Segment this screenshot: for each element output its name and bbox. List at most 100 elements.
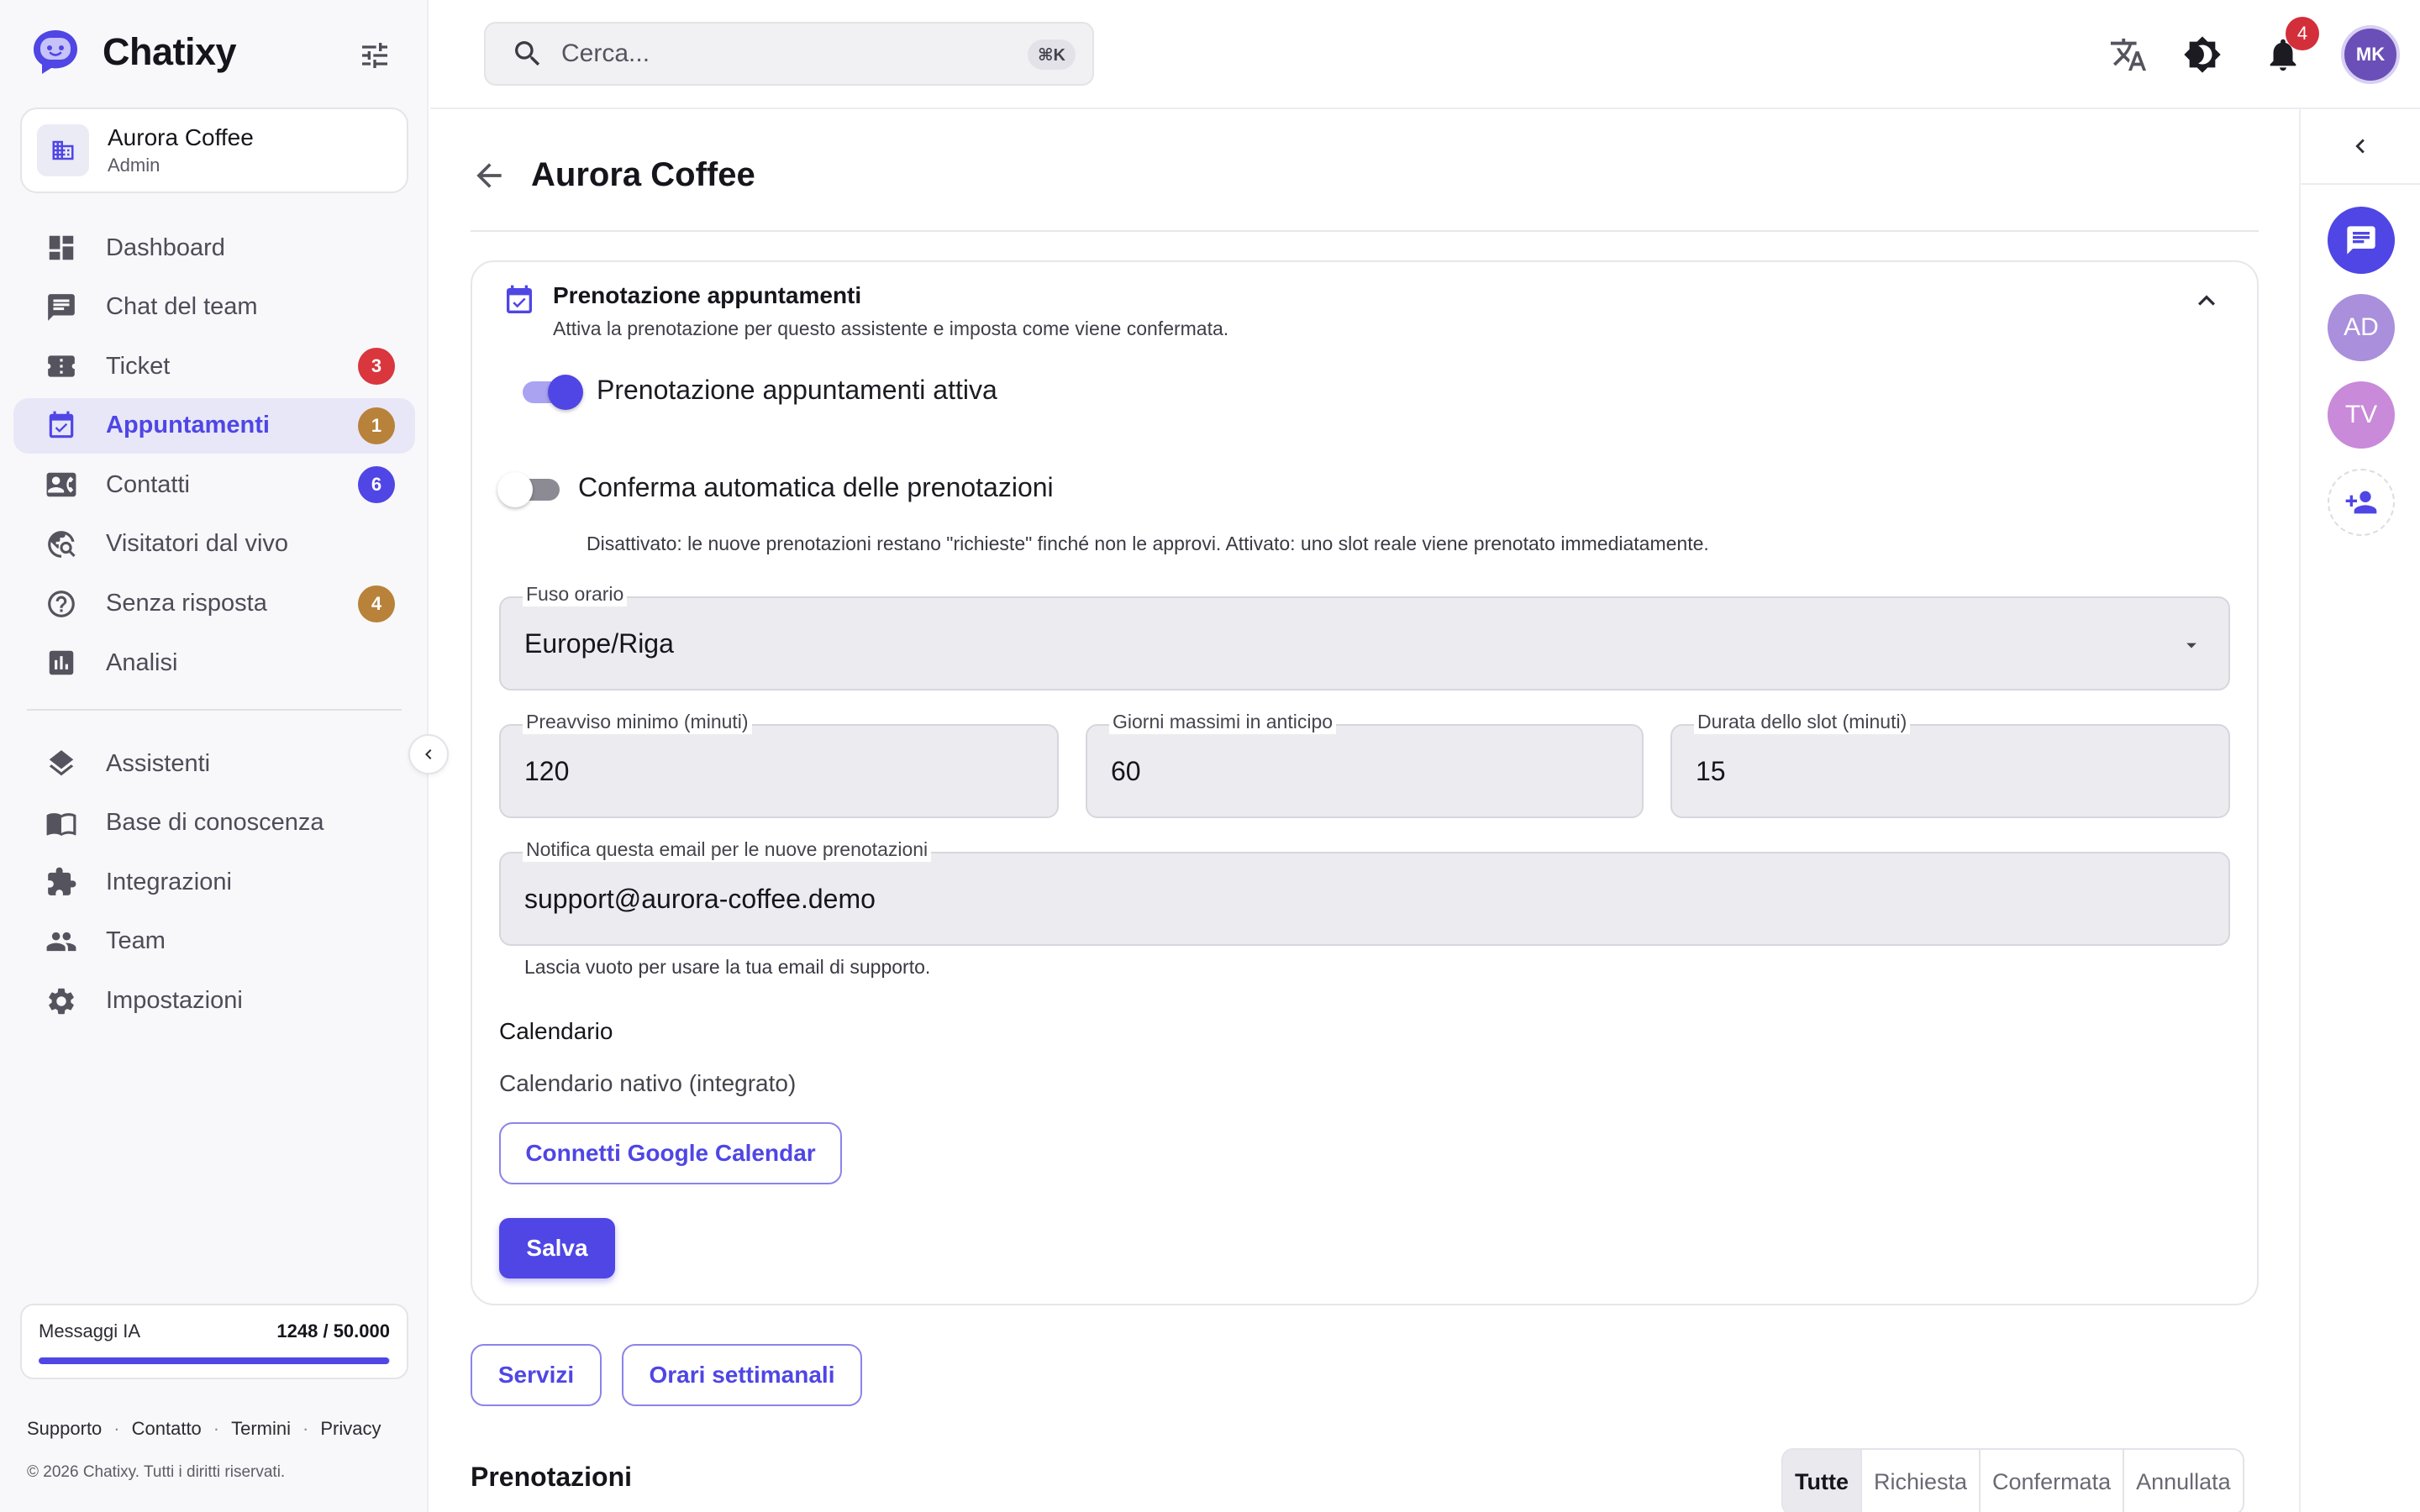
bookings-filter-group: Tutte Richiesta Confermata Annullata [1781,1448,2244,1512]
min-notice-input[interactable] [524,756,1005,787]
card-subtitle: Attiva la prenotazione per questo assist… [553,318,1229,339]
sidebar-item-appointments[interactable]: Appuntamenti 1 [13,397,415,454]
filter-confirmed[interactable]: Confermata [1981,1450,2125,1512]
tune-icon[interactable] [358,39,392,72]
card-title: Prenotazione appuntamenti [553,282,862,308]
sidebar-item-label: Visitatori dal vivo [106,530,289,558]
ai-usage-card: Messaggi IA 1248 / 50.000 [20,1304,408,1379]
calendar-current: Calendario nativo (integrato) [499,1070,797,1096]
sidebar-item-label: Team [106,927,166,955]
sidebar-nav: Dashboard Chat del team Ticket 3 Appunta… [13,220,415,1032]
sidebar-item-knowledge-base[interactable]: Base di conoscenza [13,795,415,851]
footer-link-privacy[interactable]: Privacy [320,1418,381,1440]
footer-link-support[interactable]: Supporto [27,1418,102,1440]
usage-progress-fill [39,1357,389,1364]
translate-icon[interactable] [2109,35,2148,74]
live-visitors-icon [48,531,76,558]
chevron-up-icon[interactable] [2190,284,2223,318]
rail-collapse-button[interactable] [2301,109,2420,185]
sidebar-item-label: Base di conoscenza [106,809,324,837]
sidebar-item-label: Integrazioni [106,868,232,895]
calendar-check-icon [49,411,74,438]
max-days-input[interactable] [1111,756,1590,787]
usage-label: Messaggi IA [39,1320,141,1341]
footer-link-contact[interactable]: Contatto [132,1418,202,1440]
collapse-sidebar-button[interactable] [408,734,449,774]
connect-google-calendar-button[interactable]: Connetti Google Calendar [499,1122,842,1184]
slot-duration-field[interactable]: Durata dello slot (minuti) [1670,709,2230,818]
puzzle-icon [48,867,76,896]
sidebar-item-label: Assistenti [106,749,211,777]
sidebar-item-label: Dashboard [106,234,225,261]
sidebar-item-assistants[interactable]: Assistenti [13,736,415,791]
sidebar-item-unanswered[interactable]: Senza risposta 4 [13,576,415,632]
workspace-switcher[interactable]: Aurora Coffee Admin [20,108,408,193]
sidebar-item-contacts[interactable]: Contatti 6 [13,457,415,512]
header-divider [471,230,2259,232]
sidebar-item-team[interactable]: Team [13,914,415,969]
footer-links: Supporto · Contatto · Termini · Privacy [27,1418,381,1440]
sidebar-item-live-visitors[interactable]: Visitatori dal vivo [13,517,415,572]
theme-toggle-icon[interactable] [2183,35,2222,74]
search-box[interactable]: ⌘K [484,22,1094,86]
rail-add-member-button[interactable] [2328,469,2395,536]
rail-avatar-ad[interactable]: AD [2328,294,2395,361]
usage-value: 1248 / 50.000 [276,1320,390,1341]
page-title: Aurora Coffee [531,156,755,193]
topbar: ⌘K 4 MK [430,0,2420,109]
max-days-field[interactable]: Giorni massimi in anticipo [1086,709,1644,818]
sidebar-item-label: Impostazioni [106,987,243,1015]
back-arrow-icon[interactable] [471,157,508,194]
filter-all[interactable]: Tutte [1783,1450,1862,1512]
services-button[interactable]: Servizi [471,1344,602,1406]
sidebar-item-settings[interactable]: Impostazioni [13,974,415,1029]
brand[interactable]: Chatixy [30,27,237,77]
gear-icon [49,988,74,1014]
sidebar-item-analytics[interactable]: Analisi [13,635,415,690]
sidebar-item-integrations[interactable]: Integrazioni [13,854,415,910]
weekly-hours-button[interactable]: Orari settimanali [622,1344,862,1406]
nav-divider [27,709,402,711]
footer-link-terms[interactable]: Termini [231,1418,291,1440]
slot-duration-input[interactable] [1696,756,2176,787]
chevron-left-icon [425,749,432,759]
filter-cancelled[interactable]: Annullata [2124,1450,2243,1512]
timezone-select[interactable]: Fuso orario Europe/Riga [499,581,2230,690]
notify-email-help: Lascia vuoto per usare la tua email di s… [524,956,931,978]
rail-avatar-tv[interactable]: TV [2328,381,2395,449]
contact-card-icon [46,473,76,497]
chat-bubble-icon [2347,226,2375,255]
auto-confirm-toggle[interactable] [497,470,561,507]
user-avatar[interactable]: MK [2341,25,2400,84]
sidebar-item-team-chat[interactable]: Chat del team [13,280,415,335]
book-icon [46,812,76,836]
notify-email-input[interactable] [524,884,2176,915]
sidebar-item-label: Appuntamenti [106,412,270,439]
notify-email-label: Notifica questa email per le nuove preno… [523,837,932,862]
save-button[interactable]: Salva [499,1218,615,1278]
min-notice-field[interactable]: Preavviso minimo (minuti) [499,709,1059,818]
search-input[interactable] [561,39,998,68]
booking-enabled-toggle[interactable] [519,373,583,410]
chat-icon [48,293,75,321]
bookings-title: Prenotazioni [471,1462,633,1492]
sidebar-item-ticket[interactable]: Ticket 3 [13,339,415,394]
caret-down-icon [2186,643,2196,648]
timezone-label: Fuso orario [523,581,628,606]
workspace-name: Aurora Coffee [108,124,254,150]
notify-email-field[interactable]: Notifica questa email per le nuove preno… [499,837,2230,946]
page-header: Aurora Coffee [471,156,755,194]
rail-chat-button[interactable] [2328,207,2395,274]
filter-requested[interactable]: Richiesta [1862,1450,1981,1512]
sidebar-item-dashboard[interactable]: Dashboard [13,220,415,276]
ticket-count-badge: 3 [358,348,395,386]
calendar-section-title: Calendario [499,1018,613,1044]
booking-enabled-label: Prenotazione appuntamenti attiva [597,375,997,405]
dashboard-icon [49,235,74,260]
right-rail: AD TV [2299,109,2420,1512]
app-name: Chatixy [103,30,237,73]
auto-confirm-label: Conferma automatica delle prenotazioni [578,472,1054,502]
sidebar-item-label: Senza risposta [106,590,267,617]
sidebar-item-label: Analisi [106,648,178,676]
copyright: © 2026 Chatixy. Tutti i diritti riservat… [27,1463,286,1481]
